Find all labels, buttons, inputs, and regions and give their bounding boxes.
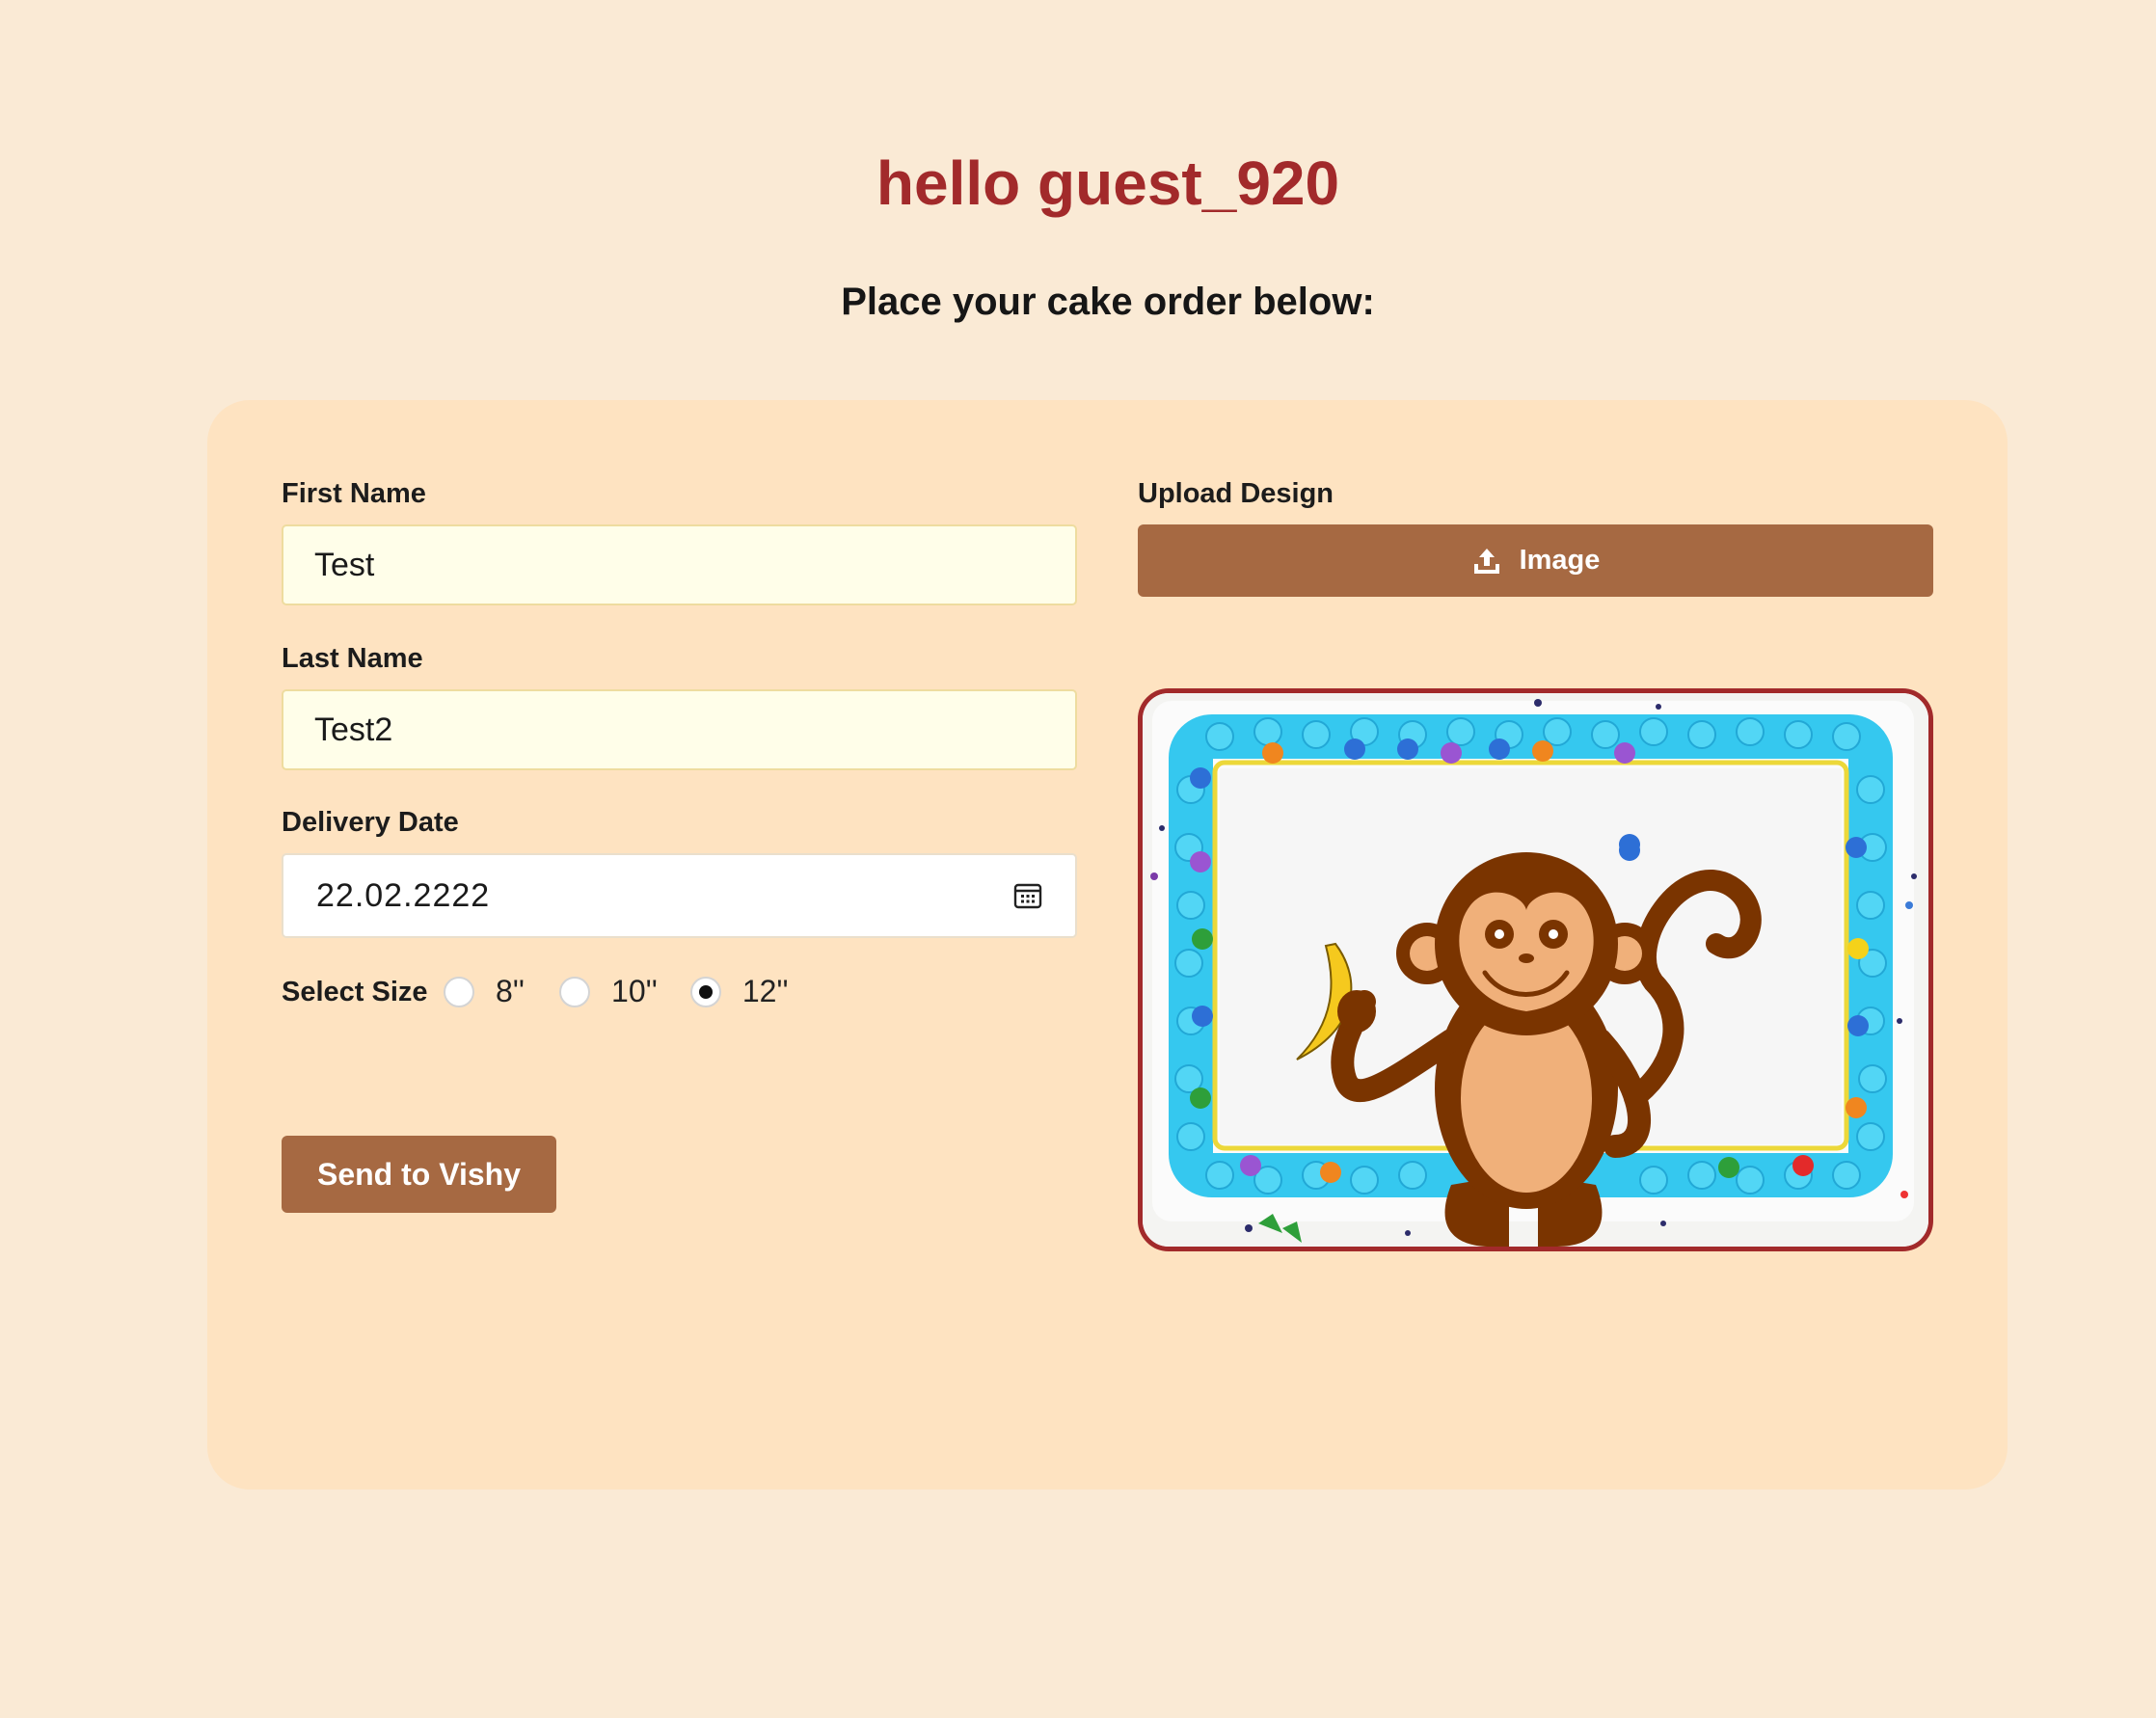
last-name-input[interactable]: Test2 <box>282 689 1077 770</box>
size-label: Select Size <box>282 977 428 1007</box>
delivery-date-value: 22.02.2222 <box>316 876 491 914</box>
size-radio-group: 8'' 10'' 12'' <box>444 974 822 1009</box>
size-radio-12[interactable] <box>689 976 721 1007</box>
design-preview-image <box>1138 688 1933 1251</box>
upload-icon <box>1473 548 1499 574</box>
delivery-date-input[interactable]: 22.02.2222 <box>282 853 1077 938</box>
first-name-value: Test <box>314 546 375 583</box>
greeting-title: hello guest_920 <box>876 148 1340 218</box>
first-name-input[interactable]: Test <box>282 524 1077 605</box>
size-label-10: 10'' <box>611 974 658 1008</box>
size-radio-10[interactable] <box>559 976 591 1007</box>
size-label-12: 12'' <box>741 974 789 1008</box>
size-label-8: 8'' <box>496 974 526 1008</box>
last-name-label: Last Name <box>282 643 423 674</box>
upload-image-button[interactable]: Image <box>1138 524 1933 597</box>
delivery-date-label: Delivery Date <box>282 807 459 838</box>
upload-button-label: Image <box>1519 545 1601 576</box>
size-radio-8[interactable] <box>444 976 474 1007</box>
first-name-label: First Name <box>282 478 426 509</box>
upload-design-label: Upload Design <box>1138 478 1334 509</box>
page-subtitle: Place your cake order below: <box>841 281 1375 323</box>
send-to-vishy-button[interactable]: Send to Vishy <box>282 1136 556 1213</box>
last-name-value: Test2 <box>314 711 393 748</box>
calendar-icon[interactable] <box>1013 881 1042 910</box>
